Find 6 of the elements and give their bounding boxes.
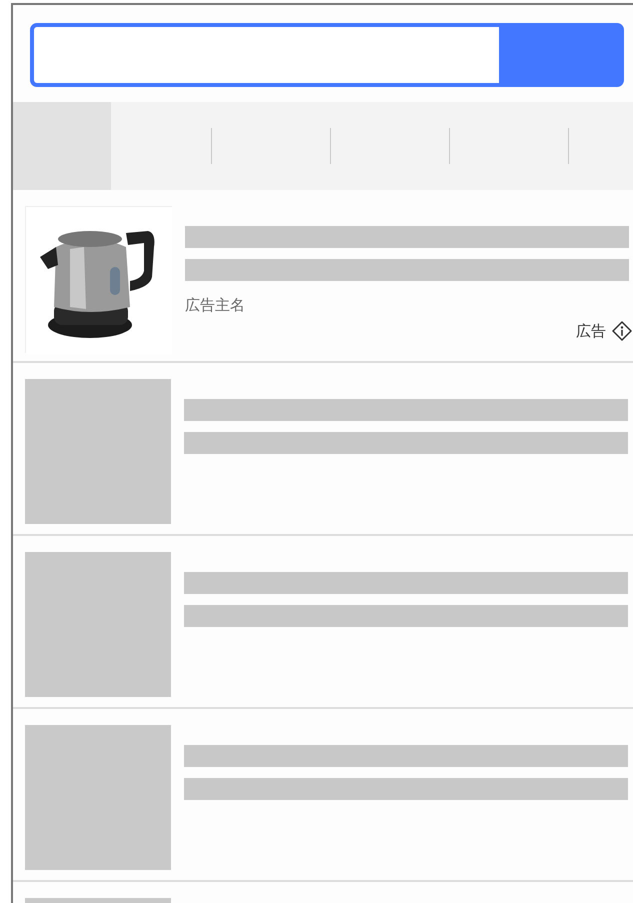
info-icon[interactable] bbox=[612, 321, 632, 341]
tab[interactable] bbox=[13, 102, 111, 190]
ad-label: 広告 bbox=[576, 322, 606, 340]
advertiser-name: 広告主名 bbox=[185, 296, 246, 315]
search-button[interactable] bbox=[499, 23, 624, 87]
search-field[interactable] bbox=[30, 23, 499, 87]
